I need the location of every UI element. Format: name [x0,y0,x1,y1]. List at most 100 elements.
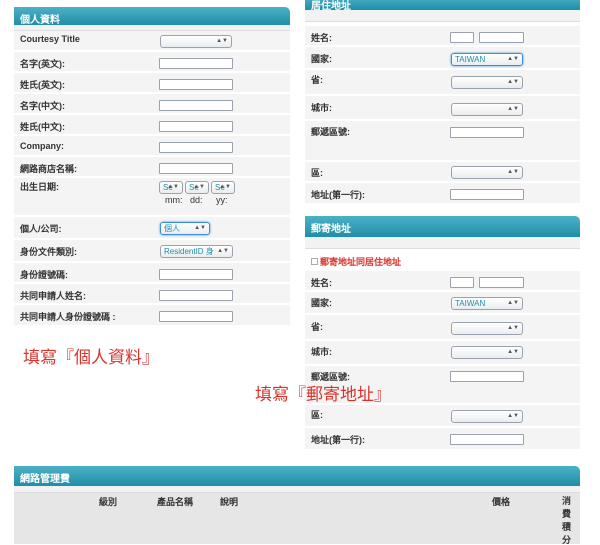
id-type-select[interactable]: ResidentID 身 ▲▼ [160,245,233,258]
mail-district-select[interactable]: ▲▼ [451,410,523,423]
mail-province-label: 省: [311,322,323,332]
personal-info-header: 個人資料 [14,7,290,26]
mailing-same-checkbox[interactable] [311,258,318,265]
select-arrow-icon: ▲▼ [507,169,519,175]
res-address-row: 地址(第一行): [305,183,580,204]
select-arrow-icon: ▲▼ [507,325,519,331]
co-applicant-name-input[interactable] [159,290,233,301]
select-arrow-icon: ▲▼ [217,248,229,254]
mailing-address-panel: 郵寄地址 郵寄地址同居住地址 姓名: 國家: TAIWAN ▲▼ 省: ▲▼ 城市… [305,216,580,450]
res-district-select[interactable]: ▲▼ [451,166,523,179]
select-arrow-icon: ▲▼ [507,106,519,112]
select-arrow-icon: ▲▼ [193,184,205,190]
mailing-subbar [305,237,580,249]
res-district-row: 區: ▲▼ [305,162,580,182]
birth-date-row: 出生日期: Se ▲▼ Se ▲▼ Se ▲▼ mm: dd: yy: [14,178,290,216]
res-address-input[interactable] [450,189,524,200]
res-name-row: 姓名: [305,26,580,46]
birth-year-select[interactable]: Se ▲▼ [211,181,235,194]
company-label: Company: [20,141,65,151]
birth-month-select[interactable]: Se ▲▼ [159,181,183,194]
mailing-address-header: 郵寄地址 [305,216,580,237]
mailing-same-label: 郵寄地址同居住地址 [320,257,402,267]
personal-info-panel: 個人資料 Courtesy Title ▲▼ 名字(英文): 姓氏(英文): 名… [14,7,290,327]
store-name-label: 網路商店名稱: [20,164,77,174]
mailing-address-annotation: 填寫『郵寄地址』 [255,385,391,405]
mail-province-select[interactable]: ▲▼ [451,322,523,335]
mail-name-label: 姓名: [311,278,332,288]
select-arrow-icon: ▲▼ [167,184,179,190]
dd-label: dd: [190,195,203,205]
fee-subbar [14,486,580,493]
mail-country-label: 國家: [311,298,332,308]
res-last-name-input[interactable] [479,32,524,43]
last-name-zh-input[interactable] [159,121,233,132]
mail-country-row: 國家: TAIWAN ▲▼ [305,292,580,314]
last-name-zh-row: 姓氏(中文): [14,115,290,135]
mail-last-name-input[interactable] [479,277,524,288]
select-arrow-icon: ▲▼ [216,38,228,44]
management-fee-panel: 網路管理費 級別 產品名稱 說明 價格 消費積分 [14,466,580,545]
mail-province-row: 省: ▲▼ [305,315,580,340]
id-number-input[interactable] [159,269,233,280]
res-city-select[interactable]: ▲▼ [451,103,523,116]
mail-district-label: 區: [311,410,323,420]
birth-day-select[interactable]: Se ▲▼ [185,181,209,194]
mail-district-row: 區: ▲▼ [305,405,580,427]
mail-address-row: 地址(第一行): [305,428,580,450]
col-product-name: 產品名稱 [157,497,194,507]
last-name-zh-label: 姓氏(中文): [20,122,65,132]
personal-info-annotation: 填寫『個人資料』 [23,348,159,368]
id-type-value: ResidentID 身 [164,247,214,256]
id-type-label: 身份文件類別: [20,247,77,257]
co-applicant-id-row: 共同申請人身份證號碼 : [14,305,290,326]
res-province-label: 省: [311,75,323,85]
res-province-select[interactable]: ▲▼ [451,76,523,89]
id-number-label: 身份證號碼: [20,270,68,280]
mail-city-label: 城市: [311,347,332,357]
mailing-same-row: 郵寄地址同居住地址 [305,250,580,270]
id-type-row: 身份文件類別: ResidentID 身 ▲▼ [14,240,290,262]
courtesy-title-select[interactable]: ▲▼ [160,35,232,48]
col-price: 價格 [492,497,511,507]
company-input[interactable] [159,142,233,153]
first-name-en-input[interactable] [159,58,233,69]
co-applicant-id-input[interactable] [159,311,233,322]
last-name-en-row: 姓氏(英文): [14,73,290,93]
first-name-en-row: 名字(英文): [14,52,290,72]
store-name-input[interactable] [159,163,233,174]
res-country-select[interactable]: TAIWAN ▲▼ [451,53,523,66]
res-city-row: 城市: ▲▼ [305,96,580,120]
store-name-row: 網路商店名稱: [14,157,290,177]
mail-city-select[interactable]: ▲▼ [451,346,523,359]
last-name-en-input[interactable] [159,79,233,90]
res-name-label: 姓名: [311,33,332,43]
birth-date-label: 出生日期: [20,182,59,192]
res-postal-input[interactable] [450,127,524,138]
co-applicant-name-row: 共同申請人姓名: [14,284,290,304]
management-fee-header: 網路管理費 [14,466,580,486]
first-name-zh-input[interactable] [159,100,233,111]
fee-table-header-row: 級別 產品名稱 說明 價格 消費積分 [14,493,580,545]
company-row: Company: [14,136,290,156]
res-city-label: 城市: [311,103,332,113]
entity-type-value: 個人 [164,224,180,233]
mail-first-name-input[interactable] [450,277,474,288]
yy-label: yy: [216,195,228,205]
select-arrow-icon: ▲▼ [507,56,519,62]
res-country-value: TAIWAN [455,55,486,64]
entity-type-row: 個人/公司: 個人 ▲▼ [14,217,290,239]
entity-type-select[interactable]: 個人 ▲▼ [160,222,210,235]
mm-label: mm: [165,195,183,205]
res-first-name-input[interactable] [450,32,474,43]
res-province-row: 省: ▲▼ [305,70,580,95]
col-level: 級別 [99,497,118,507]
mail-address-input[interactable] [450,434,524,445]
select-arrow-icon: ▲▼ [507,300,519,306]
mail-country-value: TAIWAN [455,299,486,308]
residence-address-header: 居住地址 [305,0,580,12]
mail-postal-input[interactable] [450,371,524,382]
select-arrow-icon: ▲▼ [194,225,206,231]
courtesy-title-label: Courtesy Title [20,34,80,44]
mail-country-select[interactable]: TAIWAN ▲▼ [451,297,523,310]
